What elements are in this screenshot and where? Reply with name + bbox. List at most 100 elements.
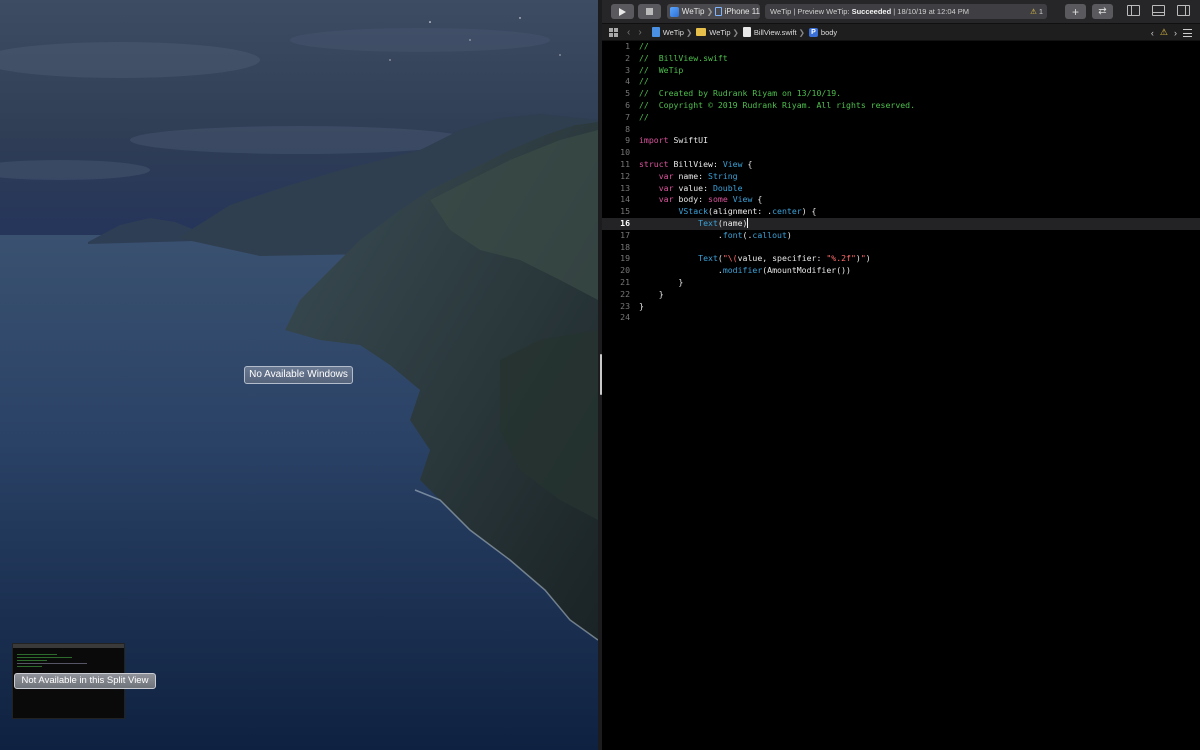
code-line[interactable]: 20 .modifier(AmountModifier()) <box>602 265 1200 277</box>
code-token: . <box>639 265 723 276</box>
line-number: 4 <box>625 76 630 87</box>
breadcrumb-project[interactable]: WeTip <box>663 28 684 37</box>
line-number: 21 <box>620 276 630 287</box>
code-text: .font(.callout) <box>639 230 792 242</box>
code-line[interactable]: 9 import SwiftUI <box>602 135 1200 147</box>
code-text: // <box>639 112 649 124</box>
code-token: font <box>722 229 743 240</box>
run-button[interactable] <box>611 4 634 19</box>
code-line[interactable]: 1 // <box>602 41 1200 53</box>
line-number: 24 <box>620 312 630 323</box>
breadcrumb-file[interactable]: BillView.swift <box>754 28 797 37</box>
status-prefix: WeTip | Preview WeTip: <box>770 7 852 16</box>
code-line[interactable]: 21 } <box>602 277 1200 289</box>
desktop-wallpaper-pane: No Available Windows Not Available in th… <box>0 0 598 750</box>
scheme-selector[interactable]: WeTip ❯ iPhone 11 <box>667 4 760 19</box>
code-review-button[interactable]: ⇄ <box>1092 4 1113 19</box>
code-line[interactable]: 13 var value: Double <box>602 183 1200 195</box>
line-number: 16 <box>620 217 630 228</box>
code-line[interactable]: 18 <box>602 242 1200 254</box>
code-line[interactable]: 12 var name: String <box>602 171 1200 183</box>
code-line[interactable]: 6 // Copyright © 2019 Rudrank Riyam. All … <box>602 100 1200 112</box>
code-token: // Copyright © 2019 Rudrank Riyam. All r… <box>639 99 916 110</box>
warning-indicator[interactable]: ⚠ 1 <box>1030 4 1043 19</box>
line-number: 5 <box>625 88 630 99</box>
line-number: 23 <box>620 300 630 311</box>
back-chevron-icon[interactable]: ‹ <box>627 27 630 38</box>
next-issue-icon[interactable]: › <box>1174 28 1177 38</box>
project-file-icon <box>651 27 660 37</box>
line-number: 11 <box>620 158 630 169</box>
breadcrumb-symbol[interactable]: body <box>821 28 837 37</box>
code-line[interactable]: 15 VStack(alignment: .center) { <box>602 206 1200 218</box>
line-number: 20 <box>620 265 630 276</box>
code-line[interactable]: 14 var body: some View { <box>602 194 1200 206</box>
inspector-toggle-icon[interactable] <box>1177 5 1190 16</box>
code-token: // Created by Rudrank Riyam on 13/10/19. <box>639 88 842 99</box>
debug-area-toggle-icon[interactable] <box>1152 5 1165 16</box>
code-token: import <box>639 135 669 146</box>
play-icon <box>619 7 626 16</box>
editor-options-icon[interactable] <box>1183 28 1192 37</box>
property-symbol-icon: P <box>808 27 818 37</box>
activity-status[interactable]: WeTip | Preview WeTip: Succeeded | 18/10… <box>765 4 1047 19</box>
code-line[interactable]: 11 struct BillView: View { <box>602 159 1200 171</box>
library-add-button[interactable]: + <box>1065 4 1086 19</box>
line-number: 6 <box>625 99 630 110</box>
line-number: 17 <box>620 229 630 240</box>
code-line[interactable]: 4 // <box>602 76 1200 88</box>
navigator-toggle-icon[interactable] <box>1127 5 1140 16</box>
code-line[interactable]: 24 <box>602 312 1200 324</box>
code-token: value: <box>673 182 713 193</box>
line-number: 12 <box>620 170 630 181</box>
issue-warning-icon[interactable]: ⚠ <box>1160 27 1168 38</box>
code-token: // <box>639 111 649 122</box>
no-available-windows-label: No Available Windows <box>244 366 353 384</box>
code-text: .modifier(AmountModifier()) <box>639 265 851 277</box>
code-line[interactable]: 16 Text(name) <box>602 217 1200 230</box>
code-line[interactable]: 23} <box>602 301 1200 313</box>
code-line[interactable]: 3 // WeTip <box>602 65 1200 77</box>
jump-bar: ‹ › WeTip ❯ WeTip ❯ BillView.swift ❯ P b… <box>602 24 1200 41</box>
code-line[interactable]: 2 // BillView.swift <box>602 53 1200 65</box>
chevron-right-icon: ❯ <box>706 7 714 16</box>
not-available-split-view-label: Not Available in this Split View <box>14 673 156 689</box>
code-line[interactable]: 8 <box>602 124 1200 136</box>
code-token: ) <box>786 229 792 240</box>
code-line[interactable]: 5 // Created by Rudrank Riyam on 13/10/19… <box>602 88 1200 100</box>
app-target-icon <box>670 6 679 17</box>
text-cursor <box>747 218 749 229</box>
code-token: name: <box>673 170 709 181</box>
code-text: } <box>639 301 644 313</box>
code-line[interactable]: 10 <box>602 147 1200 159</box>
code-token: "\( <box>722 253 738 264</box>
code-text: // WeTip <box>639 65 683 77</box>
related-items-grid-icon[interactable] <box>609 27 618 37</box>
line-number: 10 <box>620 147 630 158</box>
code-text: var value: Double <box>639 183 743 195</box>
warning-triangle-icon: ⚠ <box>1030 7 1037 16</box>
code-line[interactable]: 17 .font(.callout) <box>602 230 1200 242</box>
source-editor[interactable]: 1 // 2 // BillView.swift 3 // WeTip 4 // 5 // Cre… <box>602 41 1200 750</box>
xcode-toolbar: WeTip ❯ iPhone 11 WeTip | Preview WeTip:… <box>602 0 1200 24</box>
stop-button[interactable] <box>638 4 661 19</box>
warning-count: 1 <box>1038 7 1043 16</box>
previous-issue-icon[interactable]: ‹ <box>1151 28 1154 38</box>
breadcrumb-group[interactable]: WeTip <box>709 28 730 37</box>
code-token: VStack <box>678 206 709 217</box>
code-text: import SwiftUI <box>639 135 708 147</box>
code-token: center <box>772 206 802 217</box>
code-line[interactable]: 19 Text("\(value, specifier: "%.2f")") <box>602 253 1200 265</box>
code-line[interactable]: 7 // <box>602 112 1200 124</box>
code-token: // WeTip <box>639 64 684 75</box>
breadcrumb-separator: ❯ <box>798 27 805 37</box>
code-token: struct <box>639 158 669 169</box>
jump-bar-controls: ‹ ⚠ › <box>1145 24 1192 41</box>
code-token: { <box>742 158 753 169</box>
forward-chevron-icon[interactable]: › <box>638 27 641 38</box>
code-token: modifier <box>722 265 763 276</box>
code-line[interactable]: 22 } <box>602 289 1200 301</box>
